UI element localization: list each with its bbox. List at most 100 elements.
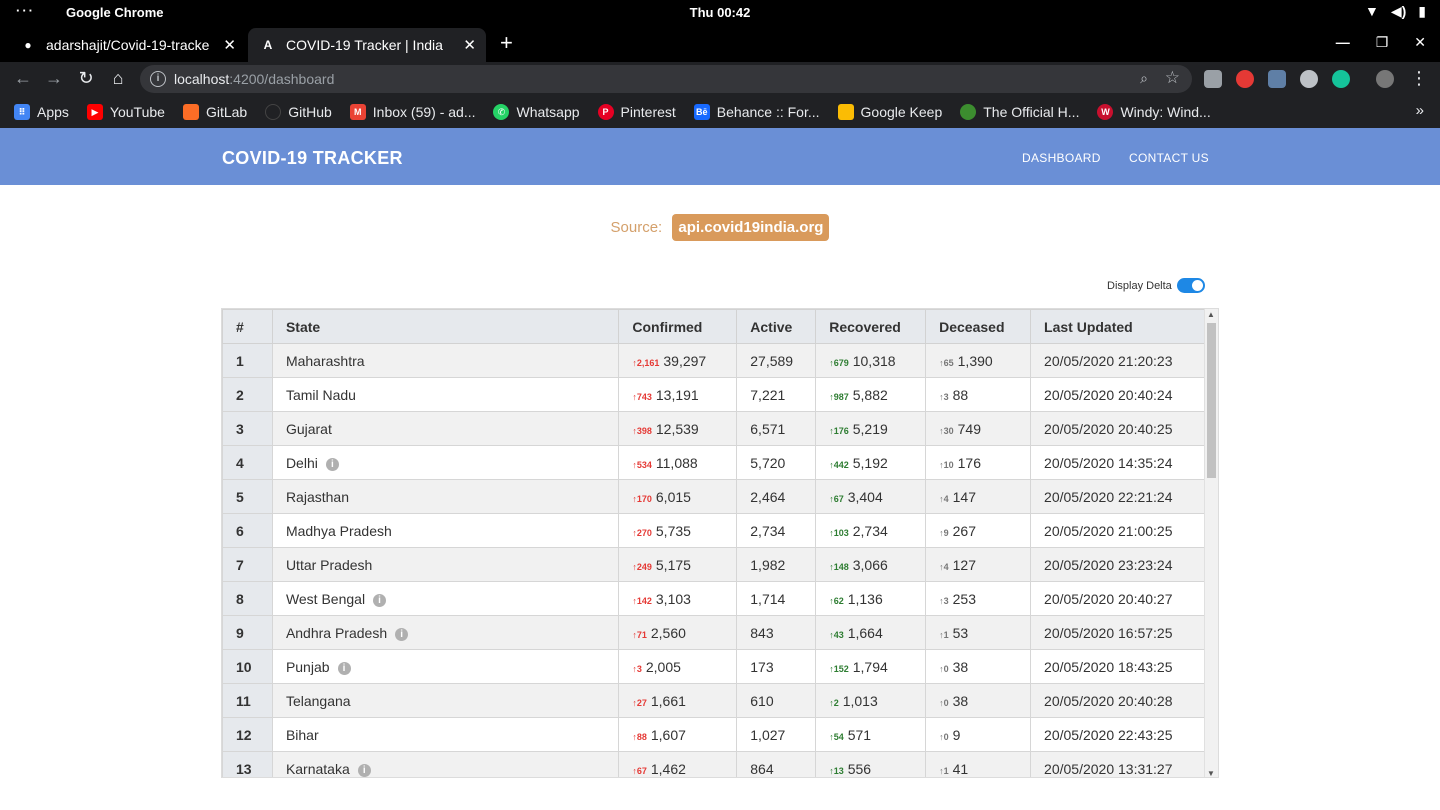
- table-row[interactable]: 4 Delhi i ↑534 11,088 5,720 ↑442 5,192 ↑10 176 20/…: [222, 445, 1206, 480]
- confirmed-delta: ↑398: [632, 426, 652, 436]
- header-last-updated[interactable]: Last Updated: [1030, 309, 1206, 344]
- home-icon[interactable]: ⌂: [107, 68, 129, 89]
- confirmed-cell: ↑142 3,103: [618, 581, 738, 616]
- header-confirmed[interactable]: Confirmed: [618, 309, 738, 344]
- active-value: 27,589: [750, 352, 794, 369]
- states-table: # State Confirmed Active Recovered Decea…: [222, 309, 1206, 777]
- source-link[interactable]: api.covid19india.org: [672, 214, 830, 241]
- table-row[interactable]: 9 Andhra Pradesh i ↑71 2,560 843 ↑43 1,664 ↑1 53 2…: [222, 615, 1206, 650]
- close-icon[interactable]: ✕: [223, 36, 236, 54]
- tab-covid-tracker[interactable]: A COVID-19 Tracker | India ✕: [248, 28, 486, 62]
- recovered-value: 571: [847, 726, 872, 743]
- bookmark-inbox[interactable]: M Inbox (59) - ad...: [349, 104, 475, 120]
- bookmark-behance[interactable]: Bē Behance :: For...: [693, 104, 820, 120]
- bookmark-google-keep[interactable]: Google Keep: [837, 104, 942, 120]
- state-name: Telangana: [285, 692, 351, 709]
- table-row[interactable]: 5 Rajasthan ↑170 6,015 2,464 ↑67 3,404 ↑4 147 20/…: [222, 479, 1206, 514]
- info-icon[interactable]: i: [357, 763, 371, 777]
- site-info-icon[interactable]: i: [150, 71, 166, 87]
- volume-icon[interactable]: ◀): [1391, 3, 1406, 20]
- state-name: Andhra Pradesh: [285, 624, 388, 641]
- bookmark-official-h[interactable]: The Official H...: [960, 104, 1079, 120]
- os-clock[interactable]: Thu 00:42: [0, 5, 1440, 20]
- new-tab-button[interactable]: +: [500, 30, 513, 56]
- confirmed-delta: ↑270: [632, 528, 652, 538]
- bookmark-apps[interactable]: ⠿ Apps: [14, 104, 69, 120]
- extension-icon[interactable]: [1204, 70, 1222, 88]
- bookmark-youtube[interactable]: ▶ YouTube: [86, 104, 165, 120]
- state-name: Madhya Pradesh: [285, 522, 392, 539]
- header-deceased[interactable]: Deceased: [925, 309, 1032, 344]
- menu-icon[interactable]: ⋮: [1408, 68, 1430, 89]
- header-index[interactable]: #: [222, 309, 273, 344]
- display-delta-toggle[interactable]: [1176, 278, 1205, 293]
- system-tray[interactable]: ▼ ◀) ▮: [1365, 3, 1426, 20]
- header-active[interactable]: Active: [736, 309, 817, 344]
- bookmark-gitlab[interactable]: GitLab: [182, 104, 247, 120]
- table-row[interactable]: 7 Uttar Pradesh ↑249 5,175 1,982 ↑148 3,066 ↑4 1…: [222, 547, 1206, 582]
- scroll-down-icon[interactable]: ▼: [1207, 769, 1215, 777]
- info-icon[interactable]: i: [373, 593, 387, 607]
- speedometer-icon[interactable]: [1300, 70, 1318, 88]
- site-brand[interactable]: COVID-19 TRACKER: [222, 148, 403, 169]
- table-row[interactable]: 1 Maharashtra ↑2,161 39,297 27,589 ↑679 10,318…: [222, 343, 1206, 378]
- header-recovered[interactable]: Recovered: [815, 309, 927, 344]
- bookmark-whatsapp[interactable]: ✆ Whatsapp: [493, 104, 580, 120]
- forward-icon[interactable]: →: [43, 68, 65, 89]
- avatar[interactable]: [1376, 70, 1394, 88]
- bookmark-windy[interactable]: W Windy: Wind...: [1097, 104, 1211, 120]
- wifi-icon[interactable]: ▼: [1365, 3, 1379, 20]
- table-row[interactable]: 2 Tamil Nadu ↑743 13,191 7,221 ↑987 5,882 ↑3 88 2…: [222, 377, 1206, 412]
- states-table-container[interactable]: # State Confirmed Active Recovered Decea…: [221, 308, 1219, 778]
- bookmark-github[interactable]: GitHub: [265, 104, 332, 120]
- close-icon[interactable]: ✕: [463, 36, 476, 54]
- reload-icon[interactable]: ↻: [75, 68, 97, 89]
- whatsapp-icon: ✆: [493, 104, 510, 120]
- extension-icon[interactable]: [1268, 70, 1286, 88]
- last-updated-value: 20/05/2020 20:40:24: [1044, 386, 1173, 403]
- table-row[interactable]: 11 Telangana ↑27 1,661 610 ↑2 1,013 ↑0 38 20/05/2…: [222, 683, 1206, 718]
- bookmark-star-icon[interactable]: ☆: [1165, 68, 1180, 88]
- scrollbar-thumb[interactable]: [1207, 323, 1216, 478]
- search-icon[interactable]: ⌕: [1140, 70, 1148, 87]
- url-text[interactable]: localhost:4200/dashboard: [174, 71, 334, 87]
- bookmark-pinterest[interactable]: P Pinterest: [597, 104, 676, 120]
- back-icon[interactable]: ←: [12, 68, 34, 89]
- gitlab-icon: [182, 104, 199, 120]
- recovered-delta: ↑2: [829, 698, 839, 708]
- last-updated-cell: 20/05/2020 16:57:25: [1030, 615, 1206, 650]
- row-index-value: 6: [236, 522, 244, 539]
- close-window-icon[interactable]: ✕: [1414, 34, 1426, 51]
- restore-icon[interactable]: ❐: [1376, 34, 1389, 51]
- info-icon[interactable]: i: [325, 457, 339, 471]
- deceased-cell: ↑0 9: [925, 717, 1032, 752]
- info-icon[interactable]: i: [337, 661, 351, 675]
- battery-icon[interactable]: ▮: [1418, 3, 1426, 20]
- last-updated-value: 20/05/2020 16:57:25: [1044, 624, 1173, 641]
- minimize-icon[interactable]: —: [1336, 34, 1350, 51]
- tab-github-repo[interactable]: ● adarshajit/Covid-19-tracke ✕: [8, 28, 246, 62]
- scroll-up-icon[interactable]: ▲: [1207, 310, 1215, 319]
- address-bar[interactable]: i localhost:4200/dashboard ⌕ ☆: [140, 65, 1192, 93]
- nav-contact-link[interactable]: CONTACT US: [1129, 151, 1209, 165]
- table-row[interactable]: 6 Madhya Pradesh ↑270 5,735 2,734 ↑103 2,734 ↑9…: [222, 513, 1206, 548]
- table-row[interactable]: 12 Bihar ↑88 1,607 1,027 ↑54 571 ↑0 9 20/05/2020 …: [222, 717, 1206, 752]
- deceased-cell: ↑4 147: [925, 479, 1032, 514]
- table-row[interactable]: 3 Gujarat ↑398 12,539 6,571 ↑176 5,219 ↑30 749 20…: [222, 411, 1206, 446]
- grammarly-icon[interactable]: [1332, 70, 1350, 88]
- table-row[interactable]: 13 Karnataka i ↑67 1,462 864 ↑13 556 ↑1 41 20/05/2…: [222, 751, 1206, 777]
- deceased-delta: ↑10: [939, 460, 954, 470]
- table-row[interactable]: 8 West Bengal i ↑142 3,103 1,714 ↑62 1,136 ↑3 253…: [222, 581, 1206, 616]
- nav-dashboard-link[interactable]: DASHBOARD: [1022, 151, 1101, 165]
- os-top-bar: ··· Google Chrome Thu 00:42 ▼ ◀) ▮: [0, 0, 1440, 26]
- more-bookmarks-icon[interactable]: »: [1416, 102, 1424, 119]
- header-state[interactable]: State: [271, 309, 620, 344]
- deceased-value: 253: [952, 590, 976, 607]
- info-icon[interactable]: i: [395, 627, 409, 641]
- deceased-cell: ↑0 38: [925, 649, 1032, 684]
- confirmed-cell: ↑71 2,560: [618, 615, 738, 650]
- tab-title: COVID-19 Tracker | India: [286, 37, 443, 53]
- table-scrollbar[interactable]: ▲ ▼: [1204, 309, 1218, 777]
- table-row[interactable]: 10 Punjab i ↑3 2,005 173 ↑152 1,794 ↑0 38 20/05/20…: [222, 649, 1206, 684]
- adblock-icon[interactable]: [1236, 70, 1254, 88]
